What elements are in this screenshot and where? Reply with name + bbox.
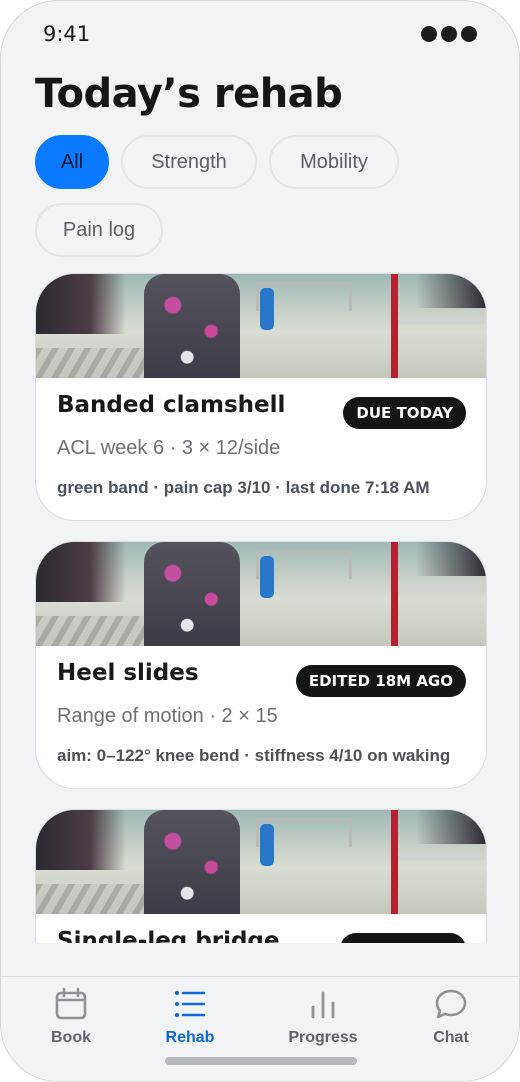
home-indicator[interactable]: [165, 1057, 357, 1065]
exercise-photo: [36, 542, 486, 646]
status-badge: EDITED 18M AGO: [295, 665, 466, 697]
exercise-subtitle: ACL week 6 · 3 × 12/side: [57, 437, 281, 459]
tab-book[interactable]: Book: [21, 987, 121, 1051]
chat-bubble-icon: [435, 989, 467, 1019]
filter-chip-strength[interactable]: Strength: [121, 135, 257, 189]
status-badge: [340, 933, 466, 943]
exercise-card[interactable]: Single-leg bridge: [35, 809, 487, 943]
exercise-name: Banded clamshell: [57, 392, 286, 418]
more-dots-icon[interactable]: [421, 26, 477, 42]
status-time: 9:41: [43, 22, 91, 46]
exercise-detail: aim: 0–122° knee bend · stiffness 4/10 o…: [57, 746, 451, 765]
tab-progress[interactable]: Progress: [273, 987, 373, 1051]
tab-label: Chat: [433, 1029, 469, 1046]
tab-chat[interactable]: Chat: [401, 987, 501, 1051]
exercise-detail: green band · pain cap 3/10 · last done 7…: [57, 478, 430, 497]
exercise-name: Heel slides: [57, 660, 199, 686]
exercise-photo: [36, 274, 486, 378]
tab-rehab[interactable]: Rehab: [140, 987, 240, 1051]
exercise-card[interactable]: Banded clamshell DUE TODAY ACL week 6 · …: [35, 273, 487, 521]
exercise-photo: [36, 810, 486, 914]
phone-frame: 9:41 Today’s rehab All Strength Mobility…: [0, 0, 520, 1082]
filter-chip-pain-log[interactable]: Pain log: [35, 203, 163, 257]
exercise-card[interactable]: Heel slides EDITED 18M AGO Range of moti…: [35, 541, 487, 789]
exercise-list[interactable]: Banded clamshell DUE TODAY ACL week 6 · …: [35, 273, 487, 943]
tab-bar: Book Rehab Progress Chat: [1, 976, 519, 1081]
filter-chip-all[interactable]: All: [35, 135, 109, 189]
tab-label: Rehab: [165, 1029, 215, 1046]
page-title: Today’s rehab: [35, 71, 343, 117]
status-bar: 9:41: [43, 19, 477, 49]
status-badge: DUE TODAY: [343, 397, 466, 429]
list-icon: [175, 991, 206, 1017]
calendar-icon: [55, 987, 87, 1020]
tab-label: Book: [51, 1029, 91, 1046]
exercise-subtitle: Range of motion · 2 × 15: [57, 705, 278, 727]
tab-label: Progress: [288, 1029, 358, 1046]
filter-chip-mobility[interactable]: Mobility: [269, 135, 399, 189]
bar-chart-icon: [311, 991, 335, 1019]
exercise-name: Single-leg bridge: [57, 928, 280, 943]
